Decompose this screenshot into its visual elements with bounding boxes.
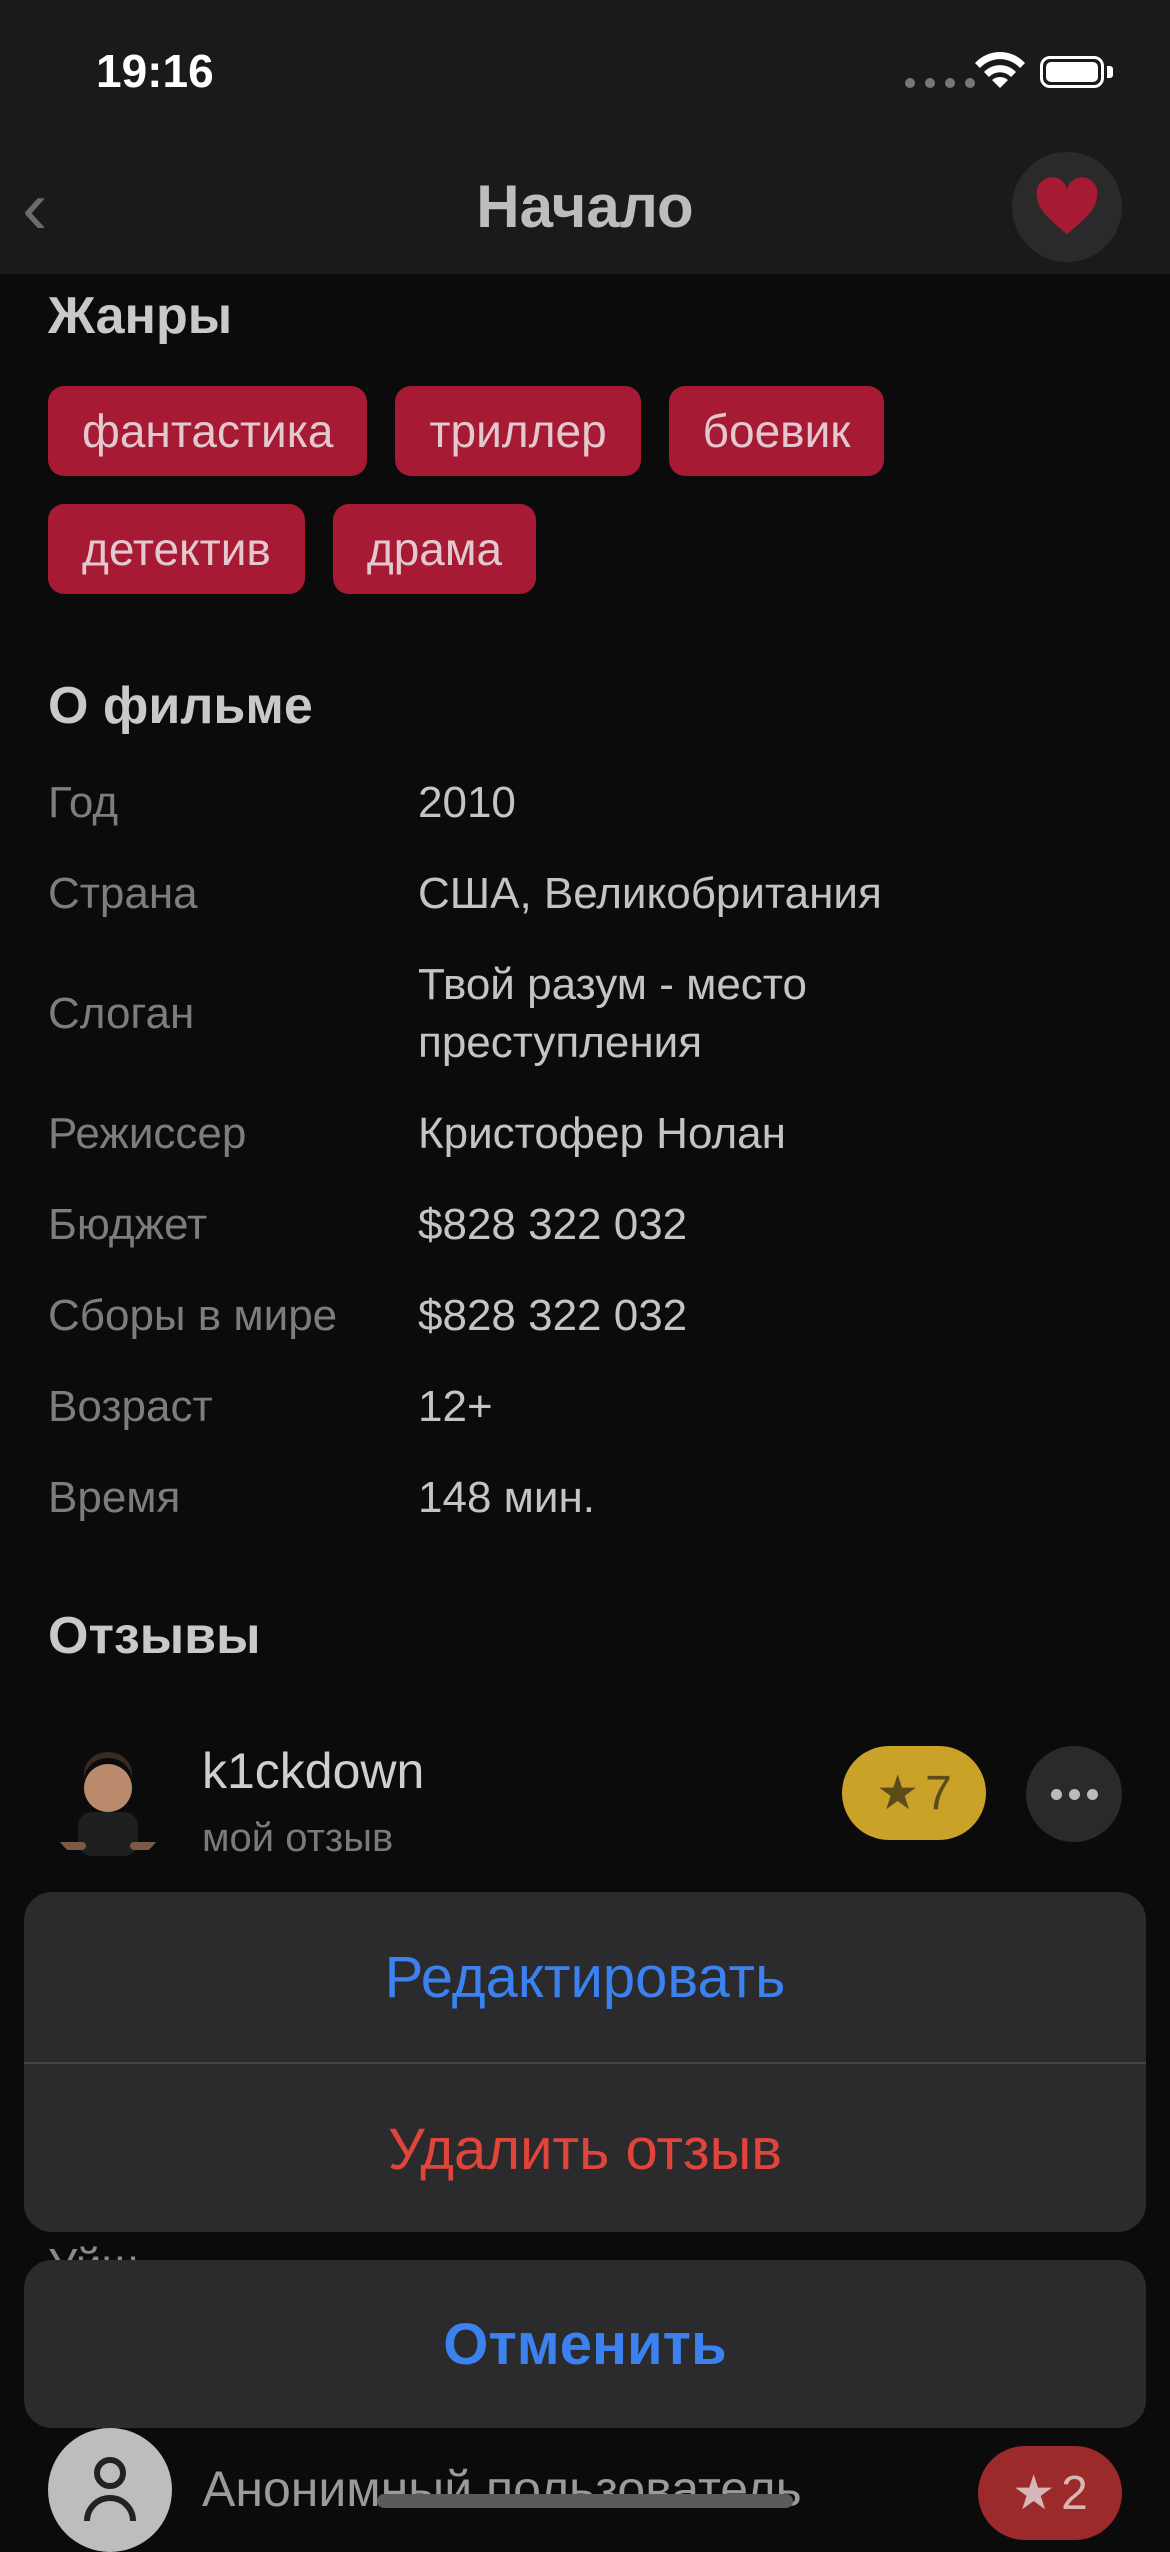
rating-value: 2 — [1061, 2466, 1088, 2520]
status-bar: 19:16 — [0, 0, 1170, 150]
genre-chip[interactable]: триллер — [395, 386, 641, 476]
info-value: 148 мин. — [418, 1473, 595, 1522]
genre-list: фантастика триллер боевик детектив драма — [48, 386, 1108, 594]
about-heading: О фильме — [48, 677, 313, 735]
delete-review-button[interactable]: Удалить отзыв — [24, 2064, 1146, 2232]
avatar — [56, 1752, 160, 1856]
info-value: 12+ — [418, 1382, 493, 1431]
movie-info-table: Год 2010 Страна США, Великобритания Слог… — [48, 774, 1128, 1560]
info-label: Год — [48, 778, 119, 827]
home-indicator — [377, 2494, 793, 2508]
review-author: k1ckdown — [202, 1743, 425, 1799]
page-title: Начало — [476, 173, 694, 240]
cancel-button[interactable]: Отменить — [24, 2260, 1146, 2428]
star-icon: ★ — [876, 1767, 920, 1820]
wifi-icon — [975, 52, 1025, 88]
reviews-heading: Отзывы — [48, 1607, 261, 1665]
info-row: Сборы в мире $828 322 032 — [48, 1287, 1128, 1345]
info-label: Страна — [48, 869, 198, 918]
genre-chip[interactable]: фантастика — [48, 386, 368, 476]
more-options-button[interactable] — [1026, 1746, 1122, 1842]
info-row: Год 2010 — [48, 774, 1128, 832]
info-label: Слоган — [48, 989, 195, 1038]
genre-chip[interactable]: драма — [332, 504, 537, 594]
info-row: Страна США, Великобритания — [48, 865, 1128, 923]
review-item: k1ckdown мой отзыв ★ 7 — [48, 1743, 1122, 1860]
info-row: Возраст 12+ — [48, 1378, 1128, 1436]
battery-icon — [1040, 56, 1104, 88]
action-sheet: Редактировать Удалить отзыв — [24, 1892, 1146, 2232]
heart-icon — [1036, 177, 1098, 235]
info-value: 2010 — [418, 778, 516, 827]
info-value: Кристофер Нолан — [418, 1109, 786, 1158]
info-value: США, Великобритания — [418, 869, 882, 918]
genres-heading: Жанры — [48, 287, 233, 345]
info-value: $828 322 032 — [418, 1291, 688, 1340]
info-value: Твой разум - место преступления — [418, 960, 807, 1067]
info-label: Время — [48, 1473, 181, 1522]
anonymous-avatar — [48, 2428, 172, 2552]
review-item: Анонимный пользователь ★ 2 — [48, 2428, 1122, 2552]
info-row: Бюджет $828 322 032 — [48, 1196, 1128, 1254]
rating-badge: ★ 2 — [978, 2446, 1122, 2540]
rating-value: 7 — [925, 1766, 952, 1820]
status-time: 19:16 — [96, 45, 214, 97]
cellular-signal-icon — [905, 78, 975, 88]
info-value: $828 322 032 — [418, 1200, 688, 1249]
rating-badge: ★ 7 — [842, 1746, 986, 1840]
review-subtitle: мой отзыв — [202, 1816, 394, 1860]
info-row: Время 148 мин. — [48, 1469, 1128, 1527]
star-icon: ★ — [1012, 2467, 1056, 2520]
person-icon — [84, 2457, 136, 2522]
review-text-partial: Уйш — [48, 2238, 138, 2260]
info-label: Возраст — [48, 1382, 213, 1431]
edit-review-button[interactable]: Редактировать — [24, 1892, 1146, 2062]
review-author: Анонимный пользователь — [202, 2461, 802, 2517]
info-row: Режиссер Кристофер Нолан — [48, 1105, 1128, 1163]
info-label: Режиссер — [48, 1109, 247, 1158]
genre-chip[interactable]: детектив — [48, 504, 305, 594]
info-label: Бюджет — [48, 1200, 208, 1249]
info-label: Сборы в мире — [48, 1291, 338, 1340]
favorite-button[interactable] — [1012, 152, 1122, 262]
info-row: Слоган Твой разум - место преступления — [48, 956, 1128, 1072]
genre-chip[interactable]: боевик — [668, 386, 885, 476]
